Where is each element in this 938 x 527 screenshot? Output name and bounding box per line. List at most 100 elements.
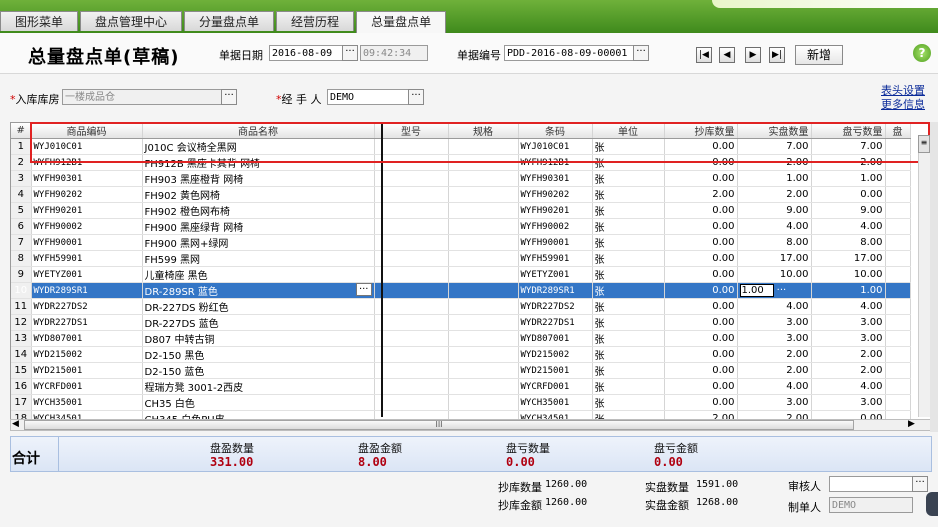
cell-name[interactable]: DR-227DS 粉红色 <box>142 298 375 315</box>
col-header-unit[interactable]: 单位 <box>592 123 665 139</box>
cell-barcode[interactable]: WYDR227DS1 <box>518 314 593 331</box>
cell-actual[interactable]: 2.00 <box>737 186 812 203</box>
warehouse-lookup-button[interactable]: ··· <box>221 89 237 105</box>
date-picker-button[interactable]: ··· <box>342 45 358 61</box>
cell-name[interactable]: DR-289SR 蓝色 ··· <box>142 282 375 299</box>
table-row[interactable]: 9 WYETYZ001 儿童椅座 黑色 WYETYZ001 张 0.00 10.00 10.0… <box>11 266 911 283</box>
cell-model[interactable] <box>374 314 449 331</box>
cell-code[interactable]: WYETYZ001 <box>31 266 143 283</box>
cell-spec[interactable] <box>448 154 519 171</box>
cell-diff[interactable]: 2.00 <box>811 154 886 171</box>
cell-extra[interactable] <box>885 266 911 283</box>
cell-diff[interactable]: 0.00 <box>811 186 886 203</box>
col-header-book-qty[interactable]: 抄库数量 <box>664 123 738 139</box>
warehouse-input[interactable]: 一楼成品仓 <box>62 89 222 105</box>
cell-barcode[interactable]: WYDR289SR1 <box>518 282 593 299</box>
cell-book[interactable]: 0.00 <box>664 330 738 347</box>
side-panel-toggle-icon[interactable] <box>926 492 938 516</box>
cell-barcode[interactable]: WYFH912B1 <box>518 154 593 171</box>
cell-actual[interactable]: 4.00 <box>737 298 812 315</box>
cell-unit[interactable]: 张 <box>592 330 665 347</box>
cell-code[interactable]: WYD215001 <box>31 362 143 379</box>
page-scrollbar[interactable] <box>930 122 938 432</box>
cell-extra[interactable] <box>885 346 911 363</box>
col-header-name[interactable]: 商品名称 <box>142 123 375 139</box>
col-header-spec[interactable]: 规格 <box>448 123 519 139</box>
cell-book[interactable]: 0.00 <box>664 170 738 187</box>
cell-unit[interactable]: 张 <box>592 362 665 379</box>
cell-name[interactable]: FH900 黑座绿背 网椅 <box>142 218 375 235</box>
cell-spec[interactable] <box>448 202 519 219</box>
cell-name[interactable]: DR-227DS 蓝色 <box>142 314 375 331</box>
cell-name[interactable]: FH599 黑网 <box>142 250 375 267</box>
scroll-left-icon[interactable]: ◀ <box>12 419 19 429</box>
table-row[interactable]: 4 WYFH90202 FH902 黄色网椅 WYFH90202 张 2.00 2.00 0.… <box>11 186 911 203</box>
cell-actual[interactable]: 8.00 <box>737 234 812 251</box>
cell-model[interactable] <box>374 298 449 315</box>
cell-spec[interactable] <box>448 282 519 299</box>
cell-editor-input[interactable]: 1.00 <box>739 284 774 297</box>
cell-extra[interactable] <box>885 234 911 251</box>
cell-spec[interactable] <box>448 218 519 235</box>
table-row[interactable]: 12 WYDR227DS1 DR-227DS 蓝色 WYDR227DS1 张 0.00 3.… <box>11 314 911 331</box>
cell-actual[interactable]: 1.00 ··· <box>737 282 812 299</box>
cell-name[interactable]: FH912B 黑座卡其背 网椅 <box>142 154 375 171</box>
cell-extra[interactable] <box>885 138 911 155</box>
cell-book[interactable]: 0.00 <box>664 138 738 155</box>
cell-barcode[interactable]: WYFH59901 <box>518 250 593 267</box>
cell-code[interactable]: WYDR289SR1 <box>31 282 143 299</box>
cell-diff[interactable]: 10.00 <box>811 266 886 283</box>
cell-name[interactable]: FH902 黄色网椅 <box>142 186 375 203</box>
cell-name[interactable]: D807 中转古铜 <box>142 330 375 347</box>
cell-spec[interactable] <box>448 234 519 251</box>
cell-diff[interactable]: 2.00 <box>811 362 886 379</box>
cell-book[interactable]: 0.00 <box>664 234 738 251</box>
vertical-scroll-thumb[interactable]: ≡ <box>918 135 930 153</box>
cell-name[interactable]: FH900 黑网+绿网 <box>142 234 375 251</box>
cell-barcode[interactable]: WYDR227DS2 <box>518 298 593 315</box>
cell-unit[interactable]: 张 <box>592 170 665 187</box>
cell-name[interactable]: CH35 白色 <box>142 394 375 411</box>
cell-diff[interactable]: 9.00 <box>811 202 886 219</box>
table-row[interactable]: 10 WYDR289SR1 DR-289SR 蓝色 ··· WYDR289SR1 张 0.0… <box>11 282 911 299</box>
cell-name[interactable]: FH903 黑座橙背 网椅 <box>142 170 375 187</box>
cell-model[interactable] <box>374 234 449 251</box>
cell-name[interactable]: FH902 橙色网布椅 <box>142 202 375 219</box>
cell-actual[interactable]: 17.00 <box>737 250 812 267</box>
cell-model[interactable] <box>374 202 449 219</box>
cell-spec[interactable] <box>448 346 519 363</box>
table-row[interactable]: 7 WYFH90001 FH900 黑网+绿网 WYFH90001 张 0.00 8.00 8… <box>11 234 911 251</box>
cell-diff[interactable]: 2.00 <box>811 346 886 363</box>
cell-barcode[interactable]: WYCH35001 <box>518 394 593 411</box>
cell-lookup-button[interactable]: ··· <box>355 283 372 296</box>
time-input[interactable]: 09:42:34 <box>360 45 428 61</box>
cell-book[interactable]: 0.00 <box>664 154 738 171</box>
cell-unit[interactable]: 张 <box>592 298 665 315</box>
cell-code[interactable]: WYFH90201 <box>31 202 143 219</box>
table-row[interactable]: 17 WYCH35001 CH35 白色 WYCH35001 张 0.00 3.00 3.00 <box>11 394 911 411</box>
cell-extra[interactable] <box>885 394 911 411</box>
cell-code[interactable]: WYCH35001 <box>31 394 143 411</box>
cell-diff[interactable]: 1.00 <box>811 170 886 187</box>
cell-unit[interactable]: 张 <box>592 234 665 251</box>
date-input[interactable]: 2016-08-09 <box>269 45 343 61</box>
cell-unit[interactable]: 张 <box>592 202 665 219</box>
more-info-link[interactable]: 更多信息 <box>881 96 925 112</box>
bill-no-input[interactable]: PDD-2016-08-09-00001 <box>504 45 634 61</box>
cell-name[interactable]: D2-150 蓝色 <box>142 362 375 379</box>
help-icon[interactable]: ? <box>913 44 931 62</box>
cell-actual[interactable]: 1.00 <box>737 170 812 187</box>
cell-barcode[interactable]: WYFH90301 <box>518 170 593 187</box>
cell-model[interactable] <box>374 394 449 411</box>
cell-spec[interactable] <box>448 394 519 411</box>
cell-actual[interactable]: 3.00 <box>737 330 812 347</box>
cell-barcode[interactable]: WYD215002 <box>518 346 593 363</box>
cell-model[interactable] <box>374 330 449 347</box>
tab-inventory-center[interactable]: 盘点管理中心 <box>80 11 183 31</box>
cell-barcode[interactable]: WYFH90001 <box>518 234 593 251</box>
table-row[interactable]: 3 WYFH90301 FH903 黑座橙背 网椅 WYFH90301 张 0.00 1.0… <box>11 170 911 187</box>
cell-barcode[interactable]: WYFH90202 <box>518 186 593 203</box>
table-row[interactable]: 1 WYJ010C01 J010C 会议椅全黑网 WYJ010C01 张 0.00 7.00… <box>11 138 911 155</box>
cell-model[interactable] <box>374 186 449 203</box>
cell-diff[interactable]: 17.00 <box>811 250 886 267</box>
